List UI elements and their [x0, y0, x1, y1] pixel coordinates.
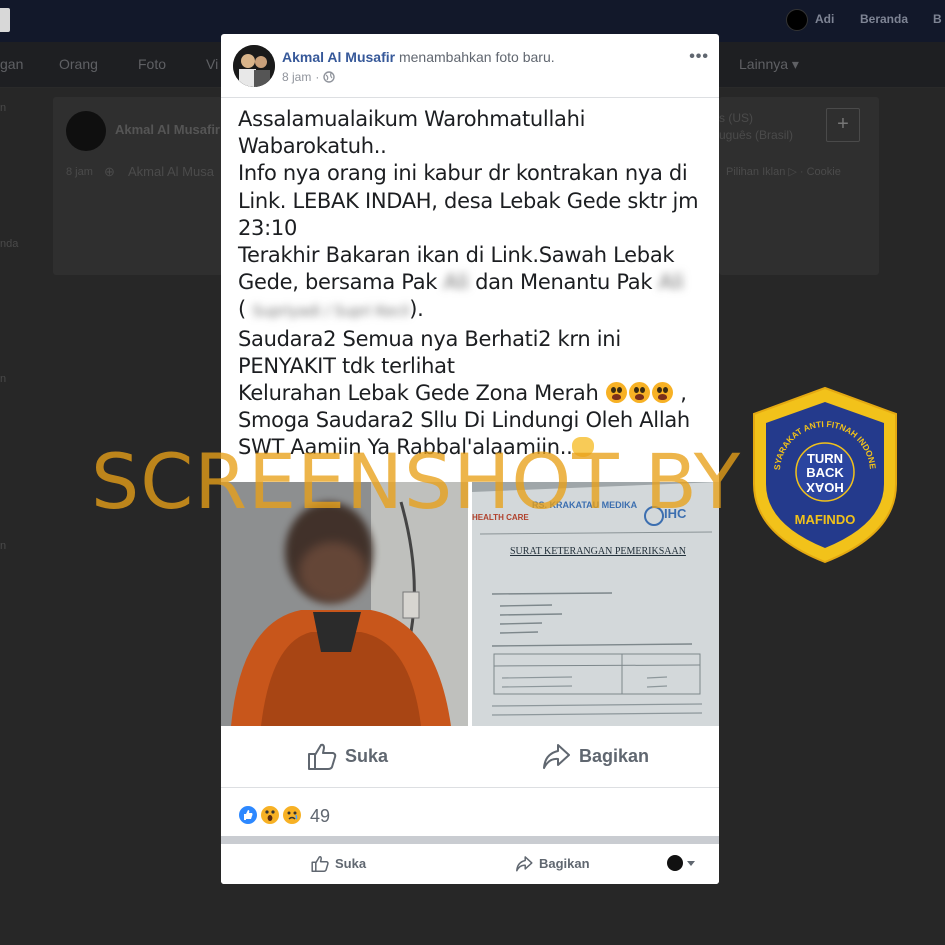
- mafindo-badge-logo: MASYARAKAT ANTI FITNAH INDONESIA TURN BA…: [750, 384, 897, 564]
- bottom-share-button[interactable]: Bagikan: [515, 855, 590, 872]
- react-as-selector[interactable]: [667, 855, 695, 871]
- profile-link[interactable]: Adi: [815, 12, 834, 26]
- post-text: Assalamualaikum Warohmatullahi Wabarokat…: [238, 106, 708, 462]
- like-label: Suka: [345, 745, 389, 766]
- crying-emoji-icon: [628, 382, 650, 404]
- language-english[interactable]: s (US): [719, 111, 753, 125]
- thumbs-up-icon: [311, 856, 329, 872]
- badge-turn: TURN: [807, 451, 843, 466]
- photo-document-image: HEALTH CARE RS. KRAKATAU MEDIKA IHC SURA…: [472, 482, 719, 726]
- post-action-text: menambahkan foto baru.: [398, 49, 555, 65]
- post-line: 23:10: [238, 215, 298, 240]
- doc-hospital-name: RS. KRAKATAU MEDIKA: [532, 500, 638, 510]
- post-line: Gede, bersama Pak Ali dan Menantu Pak Al…: [238, 270, 684, 295]
- left-fragment: n: [0, 540, 7, 552]
- bottom-like-button[interactable]: Suka: [311, 855, 366, 872]
- photo-document[interactable]: HEALTH CARE RS. KRAKATAU MEDIKA IHC SURA…: [472, 482, 719, 726]
- add-language-button[interactable]: +: [826, 108, 860, 142]
- post-line: ( Supriyadi / Supri Kecil).: [238, 297, 424, 322]
- like-reaction-icon: [237, 804, 259, 826]
- photo-action-bar: Suka Bagikan: [221, 726, 719, 788]
- post-line: Kelurahan Lebak Gede Zona Merah ,: [238, 381, 687, 406]
- crying-emoji-icon: [651, 382, 673, 404]
- praying-hands-emoji-icon: [572, 437, 595, 458]
- post-line: Info nya orang ini kabur dr kontrakan ny…: [238, 161, 688, 186]
- profile-tab-more[interactable]: Lainnya ▾: [739, 56, 799, 73]
- doc-logo-left: HEALTH CARE: [472, 513, 529, 522]
- post-line: Link. LEBAK INDAH, desa Lebak Gede sktr …: [238, 188, 699, 213]
- doc-title: SURAT KETERANGAN PEMERIKSAAN: [510, 546, 686, 557]
- more-options-button[interactable]: •••: [689, 48, 709, 66]
- share-arrow-icon: [516, 856, 533, 872]
- reaction-count: 49: [310, 806, 331, 826]
- post-time[interactable]: 8 jam: [282, 70, 311, 84]
- thumbs-up-icon: [308, 743, 337, 770]
- share-button[interactable]: Bagikan: [541, 742, 649, 770]
- chevron-down-icon: [687, 860, 695, 866]
- badge-hoax: HOAX: [806, 480, 844, 495]
- home-link[interactable]: Beranda: [860, 12, 908, 26]
- nav-link-clipped[interactable]: B: [933, 12, 942, 26]
- photo-person[interactable]: [221, 482, 468, 726]
- post-line: Smoga Saudara2 Sllu Di Lindungi Oleh All…: [238, 408, 690, 433]
- bottom-share-label: Bagikan: [539, 856, 590, 871]
- post-line: PENYAKIT tdk terlihat: [238, 353, 455, 378]
- redacted-name: Supriyadi / Supri Kecil: [252, 302, 410, 321]
- globe-icon: [323, 71, 336, 83]
- background-author-avatar: [66, 111, 106, 151]
- language-portuguese[interactable]: uguês (Brasil): [719, 128, 793, 142]
- profile-tab-photos[interactable]: Foto: [138, 56, 166, 72]
- post-action-bar: Suka Bagikan: [221, 844, 719, 884]
- post-line: Saudara2 Semua nya Berhati2 krn ini: [238, 326, 621, 351]
- background-time: 8 jam: [66, 166, 93, 178]
- author-name-link[interactable]: Akmal Al Musafir: [282, 49, 395, 65]
- doc-logo-right: IHC: [664, 506, 687, 521]
- page-avatar-icon: [667, 855, 683, 871]
- avatar-image: [233, 45, 275, 87]
- like-button[interactable]: Suka: [307, 742, 388, 770]
- share-arrow-icon: [543, 744, 570, 769]
- post-lightbox: Akmal Al Musafir menambahkan foto baru. …: [221, 34, 719, 884]
- badge-back: BACK: [806, 465, 844, 480]
- crying-emoji-icon: [605, 382, 627, 404]
- background-author-name: Akmal Al Musafir: [115, 122, 220, 137]
- profile-tab-people[interactable]: Orang: [59, 56, 98, 72]
- post-line: Wabarokatuh..: [238, 134, 387, 159]
- bottom-like-label: Suka: [335, 856, 367, 871]
- wow-reaction-icon: [259, 804, 281, 826]
- post-line: SWT Aamiin Ya Rabbal'alaamiin..: [238, 434, 708, 461]
- left-fragment: nda: [0, 238, 19, 250]
- badge-mafindo: MAFINDO: [795, 512, 856, 527]
- left-fragment: n: [0, 373, 7, 385]
- redacted-name: Ali: [658, 270, 684, 295]
- post-header: Akmal Al Musafir menambahkan foto baru. …: [221, 34, 719, 98]
- photo-person-image: [221, 482, 468, 726]
- footer-links[interactable]: Pilihan Iklan ▷ · Cookie: [726, 165, 841, 178]
- share-label: Bagikan: [579, 745, 650, 766]
- divider: [221, 836, 719, 844]
- sad-reaction-icon: [281, 804, 303, 826]
- reactions-summary[interactable]: 49: [221, 788, 719, 836]
- post-author-line: Akmal Al Musafir menambahkan foto baru.: [282, 49, 555, 65]
- left-fragment: n: [0, 102, 7, 114]
- post-meta: 8 jam ·: [282, 70, 336, 84]
- globe-icon: ⊕: [104, 164, 115, 179]
- user-avatar[interactable]: [786, 9, 808, 31]
- redacted-name: Ali: [443, 270, 469, 295]
- profile-tab-video[interactable]: Vi: [206, 56, 218, 72]
- profile-tab-clipped[interactable]: gan: [0, 56, 23, 72]
- search-input[interactable]: [0, 8, 10, 32]
- author-avatar[interactable]: [233, 45, 275, 87]
- background-author-repeat: Akmal Al Musa: [128, 164, 214, 179]
- post-line: Terakhir Bakaran ikan di Link.Sawah Leba…: [238, 243, 675, 268]
- post-line: Assalamualaikum Warohmatullahi: [238, 107, 586, 131]
